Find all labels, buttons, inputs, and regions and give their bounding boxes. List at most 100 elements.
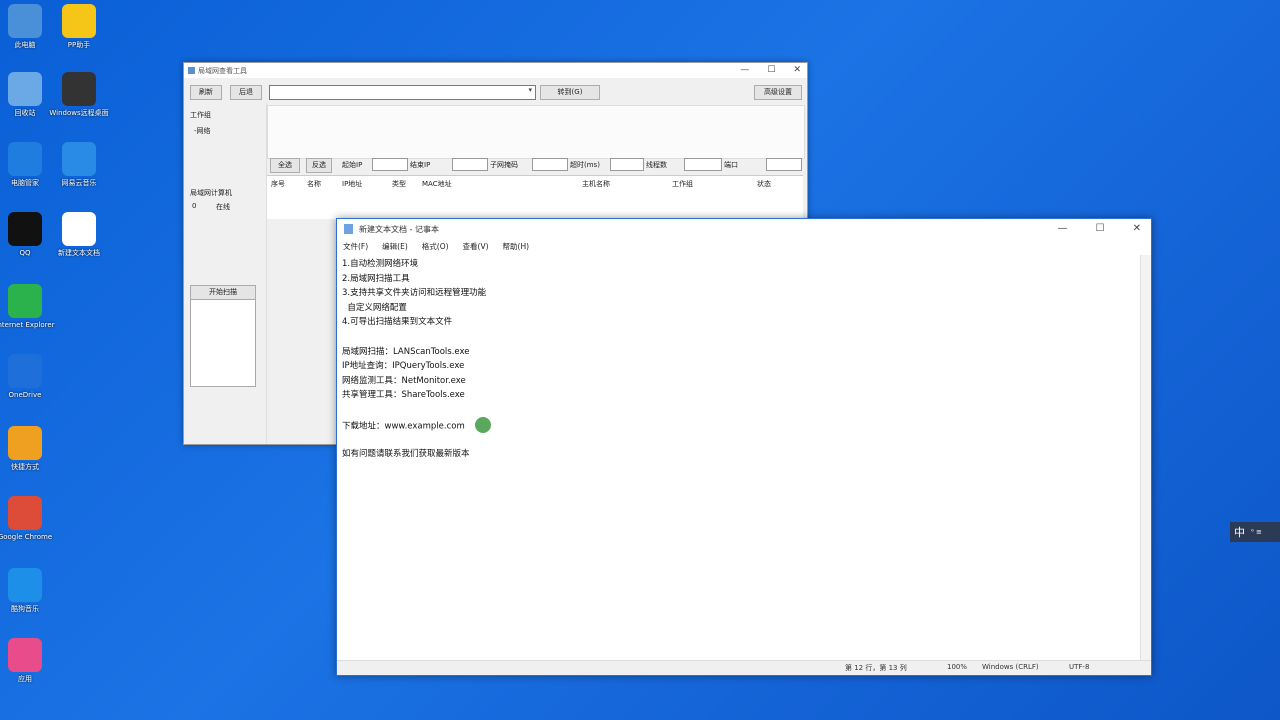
- pp-assistant-icon: [62, 4, 96, 38]
- grid-header-4: MAC地址: [422, 180, 452, 188]
- start-scan-button[interactable]: 开始扫描: [190, 285, 256, 300]
- desktop-icon-label: 快捷方式: [11, 463, 39, 471]
- maximize-icon[interactable]: ☐: [1096, 223, 1105, 234]
- desktop-icon-4[interactable]: 电脑管家: [2, 140, 48, 198]
- notepad-titlebar[interactable]: 新建文本文档 - 记事本 — ☐ ✕: [337, 219, 1151, 239]
- start-ip-field[interactable]: [372, 158, 408, 171]
- menu-item-1[interactable]: 编辑(E): [382, 241, 408, 252]
- threads-field[interactable]: [684, 158, 722, 171]
- minimize-icon[interactable]: —: [1058, 223, 1068, 234]
- line-ending: Windows (CRLF): [982, 663, 1039, 671]
- lan-tool-titlebar[interactable]: 局域网查看工具 — ☐ ✕: [184, 63, 807, 78]
- settings-button[interactable]: 高级设置: [754, 85, 802, 100]
- desktop-icon-7[interactable]: 新建文本文档: [56, 210, 102, 268]
- cloud-icon: [8, 354, 42, 388]
- ie-icon: [8, 284, 42, 318]
- filter-label-5: 端口: [724, 161, 738, 169]
- desktop-icon-13[interactable]: 应用: [2, 636, 48, 694]
- select-all-button[interactable]: 全选: [270, 158, 300, 173]
- port-field[interactable]: [766, 158, 802, 171]
- desktop-icon-0[interactable]: 此电脑: [2, 2, 48, 60]
- vertical-scrollbar[interactable]: [1140, 255, 1151, 661]
- filter-label-2: 子网掩码: [490, 161, 518, 169]
- editor-line: 1.自动检测网络环境: [342, 257, 1136, 272]
- editor-line-text: 3.支持共享文件夹访问和远程管理功能: [342, 288, 487, 299]
- workgroup-label: 工作组: [190, 111, 211, 119]
- desktop-icon-1[interactable]: PP助手: [56, 2, 102, 60]
- chevron-down-icon[interactable]: ▾: [528, 86, 532, 94]
- close-icon[interactable]: ✕: [793, 65, 801, 75]
- chrome-icon: [8, 496, 42, 530]
- go-button[interactable]: 转到(G): [540, 85, 600, 100]
- results-grid[interactable]: 序号 名称 IP地址 类型 MAC地址 主机名称 工作组 状态: [267, 175, 803, 219]
- desktop-icon-8[interactable]: Internet Explorer: [0, 282, 55, 340]
- invert-select-button[interactable]: 反选: [306, 158, 332, 173]
- grid-header-2: IP地址: [342, 180, 363, 188]
- menu-item-2[interactable]: 格式(O): [422, 241, 449, 252]
- refresh-button[interactable]: 刷新: [190, 85, 222, 100]
- address-combo[interactable]: ▾: [269, 85, 536, 100]
- close-icon[interactable]: ✕: [1133, 223, 1141, 234]
- notepad-menubar: 文件(F) 编辑(E) 格式(O) 查看(V) 帮助(H): [337, 239, 1151, 253]
- menu-item-0[interactable]: 文件(F): [343, 241, 368, 252]
- menu-item-4[interactable]: 帮助(H): [503, 241, 530, 252]
- left-pane: 工作组 -网络 局域网计算机 0 在线 开始扫描: [184, 103, 267, 443]
- editor-line: 自定义网络配置: [342, 301, 1136, 316]
- desktop-icon-10[interactable]: 快捷方式: [2, 424, 48, 482]
- notepad-statusbar: 第 12 行，第 13 列 100% Windows (CRLF) UTF-8: [337, 660, 1151, 675]
- desktop-icon-6[interactable]: QQ: [2, 210, 48, 268]
- desktop-icon-label: PP助手: [67, 41, 91, 49]
- filter-label-0: 起始IP: [342, 161, 363, 169]
- back-button[interactable]: 后退: [230, 85, 262, 100]
- desktop-icon-label: Google Chrome: [0, 533, 53, 541]
- desktop-icon-11[interactable]: Google Chrome: [0, 494, 52, 552]
- grid-header-1: 名称: [307, 180, 321, 188]
- editor-line: 下载地址：www.example.com: [342, 416, 1136, 433]
- mask-field[interactable]: [532, 158, 568, 171]
- menu-item-3[interactable]: 查看(V): [463, 241, 489, 252]
- app-icon: [188, 67, 195, 74]
- filter-label-1: 结束IP: [410, 161, 431, 169]
- editor-line: 如有问题请联系我们获取最新版本: [342, 447, 1136, 462]
- music-icon: [62, 142, 96, 176]
- side-label: 局域网计算机: [190, 189, 232, 197]
- lan-tool-title: 局域网查看工具: [198, 66, 247, 75]
- network-node[interactable]: -网络: [194, 126, 211, 136]
- editor-line: 共享管理工具：ShareTools.exe: [342, 388, 1136, 403]
- notepad-editor[interactable]: 1.自动检测网络环境 2.局域网扫描工具 3.支持共享文件夹访问和远程管理功能 自定…: [337, 255, 1141, 661]
- editor-line: IP地址查询：IPQueryTools.exe: [342, 359, 1136, 374]
- desktop-icon-9[interactable]: OneDrive: [2, 352, 48, 410]
- desktop-icon-label: 酷狗音乐: [11, 605, 39, 613]
- minimize-icon[interactable]: —: [740, 65, 749, 75]
- grid-header-0: 序号: [271, 180, 285, 188]
- cursor-position: 第 12 行，第 13 列: [845, 664, 907, 672]
- desktop-icon-5[interactable]: 网易云音乐: [56, 140, 102, 198]
- filter-label-3: 超时(ms): [570, 161, 600, 169]
- zoom-level: 100%: [947, 663, 968, 671]
- side-list[interactable]: [190, 299, 256, 387]
- desktop-icon-label: QQ: [19, 249, 31, 257]
- maximize-icon[interactable]: ☐: [767, 65, 775, 75]
- desktop-icon-12[interactable]: 酷狗音乐: [2, 566, 48, 624]
- notepad-window: 新建文本文档 - 记事本 — ☐ ✕ 文件(F) 编辑(E) 格式(O) 查看(V) 帮…: [336, 218, 1152, 676]
- grid-header-5: 主机名称: [582, 180, 610, 188]
- end-ip-field[interactable]: [452, 158, 488, 171]
- editor-line: 2.局域网扫描工具: [342, 272, 1136, 287]
- side-value-1: 在线: [216, 203, 230, 211]
- notepad-title: 新建文本文档 - 记事本: [359, 224, 439, 234]
- editor-line: 3.支持共享文件夹访问和远程管理功能: [342, 286, 1136, 301]
- editor-line: 网络监测工具：NetMonitor.exe: [342, 374, 1136, 389]
- editor-line-text: 局域网扫描：LANScanTools.exe: [342, 346, 470, 357]
- qq-icon: [8, 212, 42, 246]
- editor-line-text: 2.局域网扫描工具: [342, 273, 410, 284]
- timeout-field[interactable]: [610, 158, 644, 171]
- desktop-icon-2[interactable]: 回收站: [2, 70, 48, 128]
- recycle-bin-icon: [8, 72, 42, 106]
- desktop-icon-label: 新建文本文档: [58, 249, 100, 257]
- ime-options-icon: ⁰ ≡: [1251, 528, 1262, 536]
- ime-indicator[interactable]: 中 ⁰ ≡: [1230, 522, 1280, 542]
- desktop-icon-label: 应用: [18, 675, 32, 683]
- desktop-icon-3[interactable]: Windows远程桌面: [49, 70, 109, 128]
